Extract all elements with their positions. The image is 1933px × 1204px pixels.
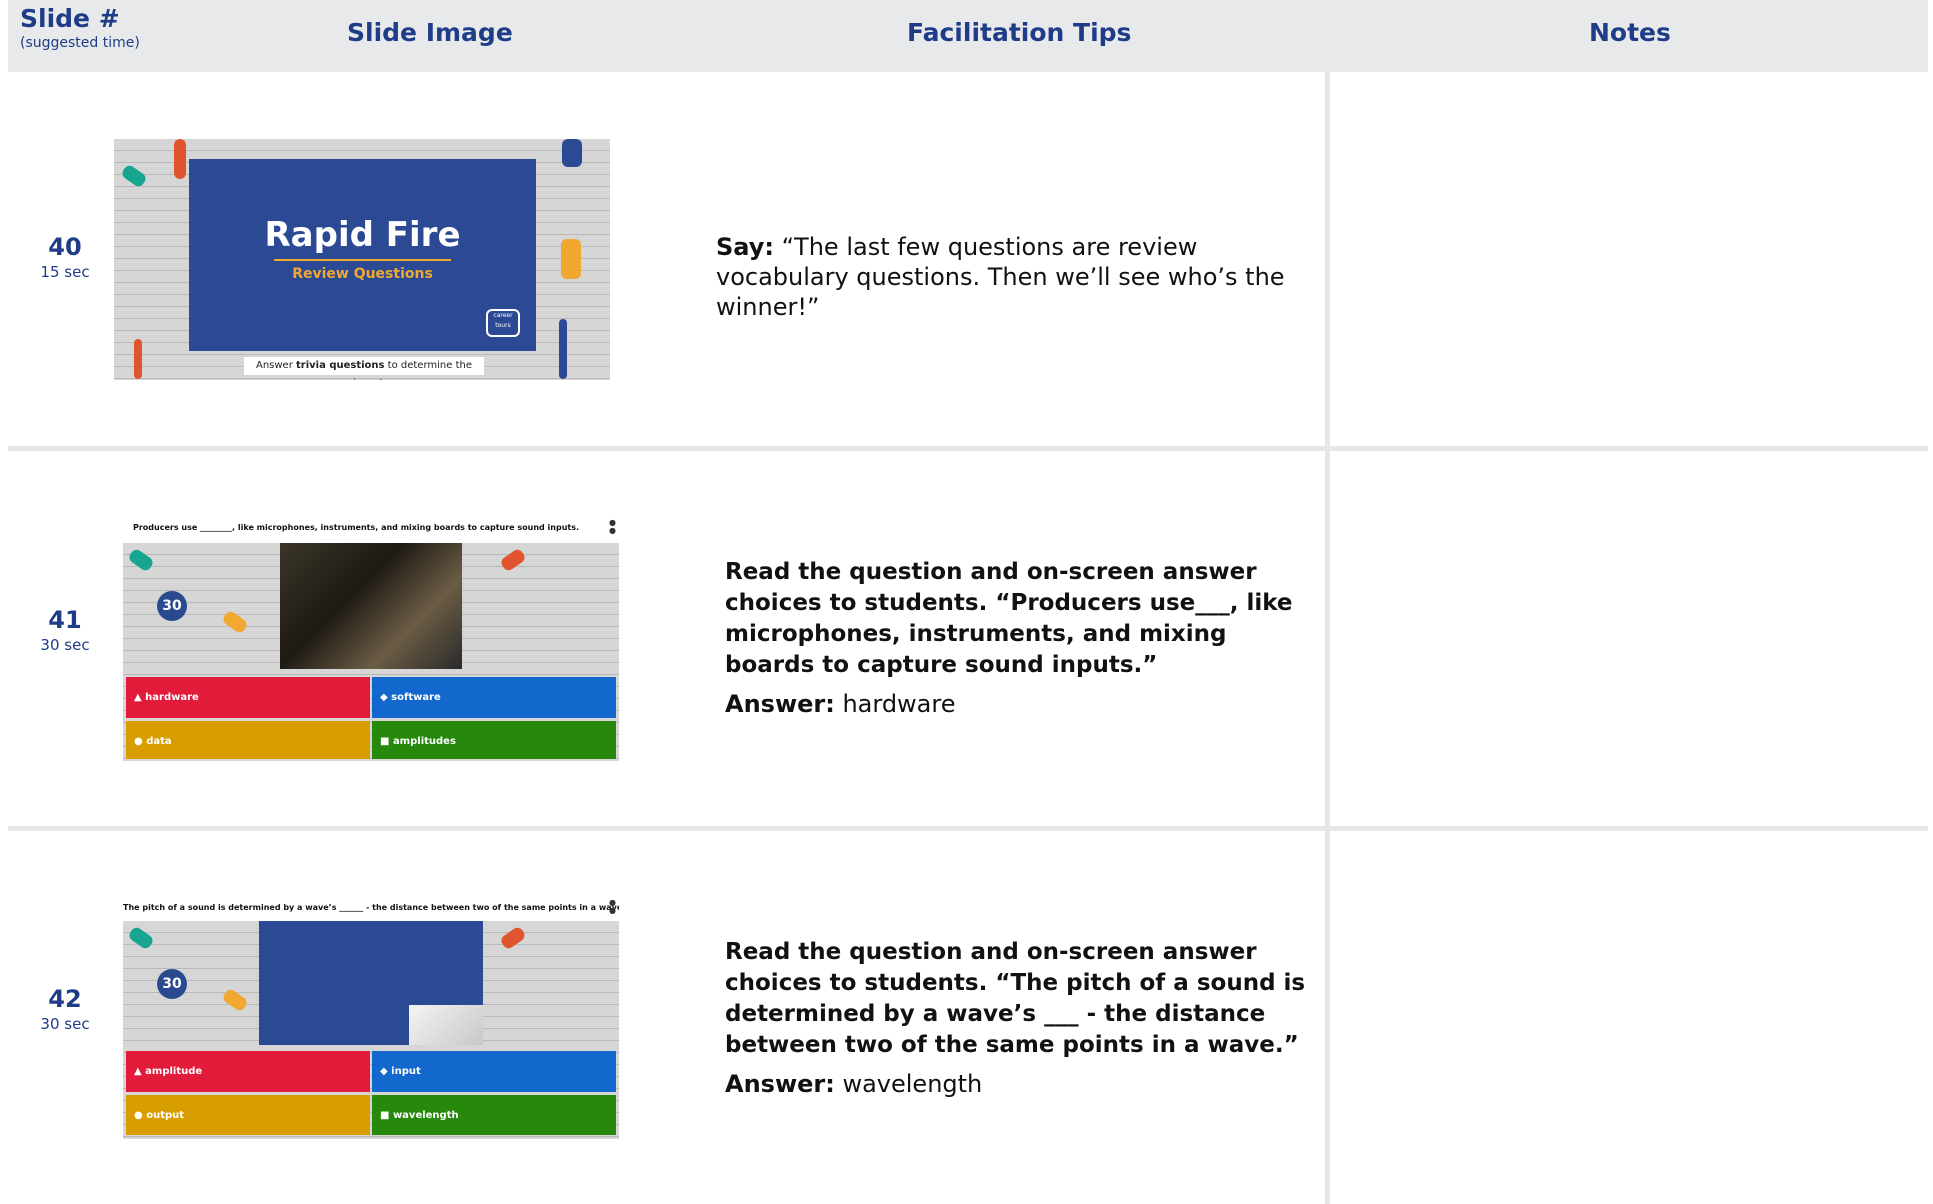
header-slide-number: Slide # (suggested time): [20, 4, 140, 51]
answer-option: ▲ hardware: [126, 677, 370, 718]
answer-option: ▲ amplitude: [126, 1051, 370, 1092]
answer-option: ● output: [126, 1095, 370, 1135]
slide-title: Rapid Fire: [264, 215, 461, 255]
timer-badge: 30: [157, 969, 187, 999]
slide-thumbnail: The pitch of a sound is determined by a …: [123, 899, 619, 1139]
slide-number-cell: 41 30 sec: [40, 606, 90, 654]
decorative-shape: [559, 319, 567, 379]
header-notes: Notes: [1589, 18, 1671, 47]
title-card: Rapid Fire Review Questions career tours: [189, 159, 536, 351]
table-header: Slide # (suggested time) Slide Image Fac…: [8, 0, 1928, 72]
table-row: 42 30 sec The pitch of a sound is determ…: [0, 831, 1933, 1204]
answer-option: ◆ input: [372, 1051, 616, 1092]
career-tours-logo: career tours: [486, 309, 520, 337]
answer-option: ◆ software: [372, 677, 616, 718]
table-row: 41 30 sec Producers use ________, like m…: [0, 451, 1933, 826]
title-underline: [274, 259, 451, 261]
header-slide-image: Slide Image: [347, 18, 513, 47]
slide-number: 40: [48, 233, 82, 261]
header-facilitation-tips: Facilitation Tips: [907, 18, 1132, 47]
timer-badge: 30: [157, 591, 187, 621]
facilitation-tip: Say: “The last few questions are review …: [716, 232, 1306, 322]
question-text: Producers use ________, like microphones…: [132, 523, 580, 532]
slide-number: 42: [48, 985, 82, 1013]
decorative-shape: [174, 139, 186, 179]
slide-time: 30 sec: [40, 1015, 90, 1033]
question-text: The pitch of a sound is determined by a …: [123, 903, 619, 912]
slide-subtitle: Review Questions: [292, 266, 433, 282]
header-suggested-time: (suggested time): [20, 35, 140, 51]
say-text: “The last few questions are review vocab…: [716, 233, 1285, 321]
slide-thumbnail: Producers use ________, like microphones…: [123, 519, 619, 761]
question-image-detail: [409, 1005, 483, 1045]
menu-icon: ● ●: [609, 519, 616, 535]
tip-answer: Answer: hardware: [725, 690, 956, 718]
tip-question: Read the question and on-screen answer c…: [725, 559, 1293, 678]
slide-number: 41: [48, 606, 82, 634]
decorative-shape: [562, 139, 582, 167]
decorative-shape: [134, 339, 142, 379]
slide-time: 30 sec: [40, 636, 90, 654]
answer-option: ■ wavelength: [372, 1095, 616, 1135]
slide-time: 15 sec: [40, 263, 90, 281]
facilitation-tip: Read the question and on-screen answer c…: [725, 557, 1310, 719]
slide-caption: Answer trivia questions to determine the…: [244, 357, 484, 380]
answer-option: ■ amplitudes: [372, 721, 616, 759]
tip-question: Read the question and on-screen answer c…: [725, 939, 1306, 1058]
slide-number-cell: 40 15 sec: [40, 233, 90, 281]
studio-photo: [280, 543, 462, 669]
say-label: Say:: [716, 233, 774, 261]
tip-answer: Answer: wavelength: [725, 1070, 983, 1098]
facilitation-tip: Read the question and on-screen answer c…: [725, 937, 1310, 1099]
slide-number-cell: 42 30 sec: [40, 985, 90, 1033]
table-row: 40 15 sec Rapid Fire Review Questions ca…: [0, 72, 1933, 446]
slide-thumbnail: Rapid Fire Review Questions career tours …: [114, 139, 610, 380]
answer-option: ● data: [126, 721, 370, 759]
header-slide-number-label: Slide #: [20, 4, 120, 33]
decorative-shape: [561, 239, 581, 279]
menu-icon: ● ●: [609, 899, 616, 915]
